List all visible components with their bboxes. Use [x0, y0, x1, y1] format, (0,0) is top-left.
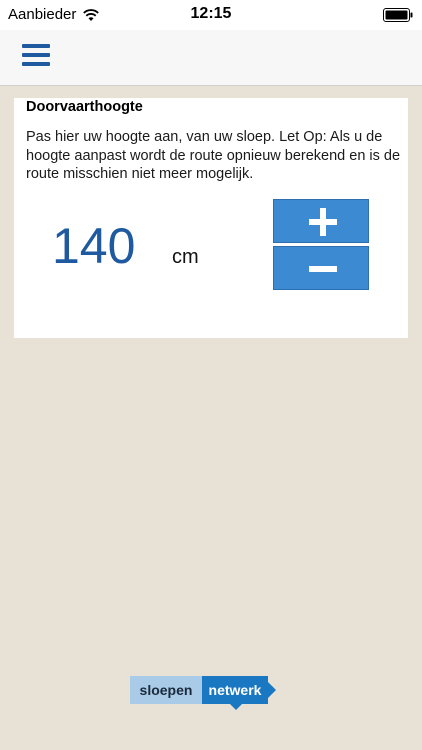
- status-bar: Aanbieder 12:15: [0, 0, 422, 30]
- menu-button[interactable]: [18, 40, 54, 70]
- battery-icon: [383, 8, 413, 22]
- sloepen-netwerk-logo: sloepen netwerk: [130, 676, 280, 710]
- logo-right-text: netwerk: [202, 676, 268, 704]
- status-time: 12:15: [190, 5, 232, 22]
- logo-tail-shape: [230, 704, 242, 710]
- card-title: Doorvaarthoogte: [26, 99, 143, 115]
- logo-left-text: sloepen: [130, 676, 202, 704]
- height-unit: cm: [172, 246, 199, 268]
- card-description: Pas hier uw hoogte aan, van uw sloep. Le…: [26, 129, 401, 182]
- navigation-bar: [0, 30, 422, 86]
- plus-icon: [309, 208, 337, 236]
- decrease-height-button[interactable]: [273, 246, 369, 290]
- height-value: 140: [52, 218, 136, 274]
- minus-icon: [309, 266, 337, 272]
- clearance-height-card: Doorvaarthoogte Pas hier uw hoogte aan, …: [14, 98, 408, 338]
- logo-arrow-shape: [268, 682, 276, 698]
- hamburger-menu-icon: [22, 44, 50, 66]
- increase-height-button[interactable]: [273, 199, 369, 243]
